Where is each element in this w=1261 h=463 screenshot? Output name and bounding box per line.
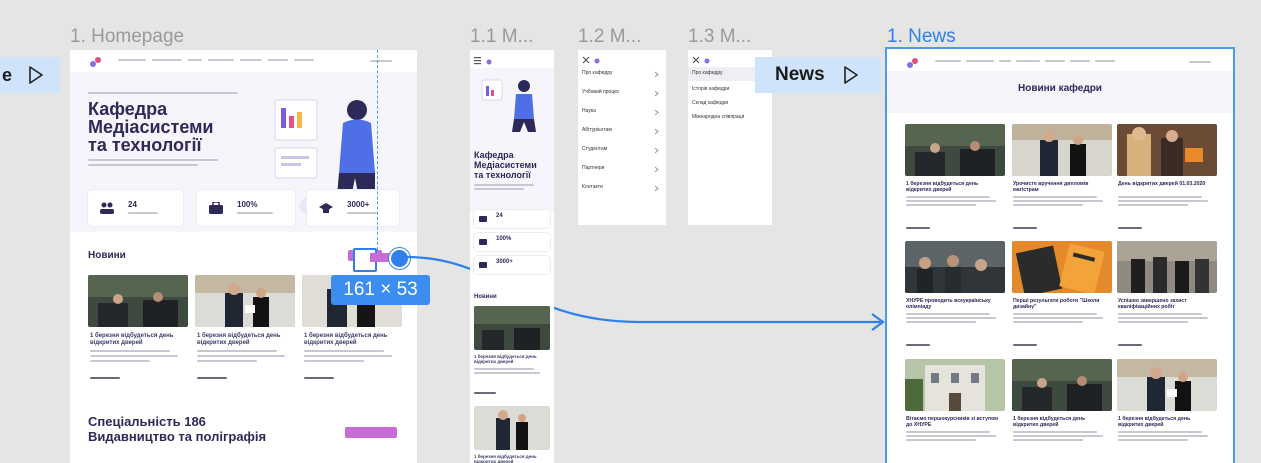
news-item-title: Перші результати роботи "Школи дизайну" bbox=[1013, 298, 1100, 310]
mobile-news-heading: Новини bbox=[474, 294, 497, 300]
news-item[interactable]: Успішно завершено захист кваліфікаційних… bbox=[1117, 241, 1217, 359]
mobile-card-title: 1 березня відбудеться день відкритих две… bbox=[474, 454, 537, 463]
mobile-hero-line-3: та технології bbox=[474, 170, 531, 180]
read-more-link[interactable] bbox=[1118, 227, 1142, 229]
menu-item[interactable]: Студентам bbox=[582, 146, 607, 152]
news-item[interactable]: ХНУРЕ проводить всеукраїнську олімпіаду bbox=[905, 241, 1005, 359]
chevron-right-icon bbox=[654, 71, 659, 192]
menu-item[interactable]: Партнери bbox=[582, 165, 604, 171]
menu-item[interactable]: Контакти bbox=[582, 184, 603, 190]
mobile-stat: 3000+ bbox=[474, 256, 550, 274]
mobile-hero-line-2: Медіасистеми bbox=[474, 160, 537, 170]
news-photo bbox=[1012, 359, 1112, 411]
news-item-title: 1 березня відбудеться день відкритих две… bbox=[1013, 416, 1086, 428]
people-icon bbox=[479, 216, 487, 222]
menu-item[interactable]: Учбовий процес bbox=[582, 89, 619, 95]
play-icon bbox=[843, 66, 858, 84]
news-flow-label: News bbox=[775, 64, 825, 85]
news-item-title: 1 березня відбудеться день відкритих две… bbox=[906, 181, 979, 193]
news-item-title: День відкритих дверей 01.03.2020 bbox=[1118, 181, 1206, 187]
news-photo bbox=[1012, 124, 1112, 176]
news-item-title: Вітаємо першокурсників зі вступом до ХНУ… bbox=[906, 416, 999, 428]
read-more-link[interactable] bbox=[906, 227, 930, 229]
news-item-title: Успішно завершено захист кваліфікаційних… bbox=[1118, 298, 1187, 310]
submenu-item[interactable]: Історія кафедри bbox=[692, 86, 729, 92]
mobile-menu-frame[interactable]: Про кафедру Учбовий процес Наука Абітурі… bbox=[578, 50, 666, 225]
news-photo bbox=[905, 359, 1005, 411]
news-item[interactable]: День відкритих дверей 01.03.2020 bbox=[1117, 124, 1217, 242]
mobile-card-title: 1 березня відбудеться день відкритих две… bbox=[474, 354, 537, 364]
read-more-link[interactable] bbox=[474, 392, 496, 394]
news-photo bbox=[905, 124, 1005, 176]
mobile-stat-value: 24 bbox=[496, 213, 503, 219]
graduation-cap-icon bbox=[479, 262, 487, 268]
logo-icon bbox=[907, 58, 918, 68]
news-photo bbox=[1117, 359, 1217, 411]
mobile-hero-line-1: Кафедра bbox=[474, 150, 514, 160]
mobile-stat-value: 100% bbox=[496, 236, 512, 242]
news-frame[interactable]: Новини кафедри 1 березня відбудеться ден… bbox=[887, 49, 1233, 463]
news-page-title: Новини кафедри bbox=[1018, 83, 1102, 94]
mobile-stat-value: 3000+ bbox=[496, 259, 513, 265]
menu-item[interactable]: Наука bbox=[582, 108, 596, 114]
mobile-stat: 24 bbox=[474, 210, 550, 228]
news-photo bbox=[1012, 241, 1112, 293]
mobile-home-frame[interactable]: Кафедра Медіасистеми та технології 24 10… bbox=[470, 50, 554, 463]
read-more-link[interactable] bbox=[1013, 227, 1037, 229]
submenu-item[interactable]: Міжнародна співпраця bbox=[692, 114, 744, 120]
submenu-item[interactable]: Склад кафедри bbox=[692, 100, 728, 106]
mobile-stat: 100% bbox=[474, 233, 550, 251]
read-more-link[interactable] bbox=[1013, 344, 1037, 346]
read-more-link[interactable] bbox=[906, 344, 930, 346]
menu-icon[interactable] bbox=[474, 56, 494, 66]
close-icon[interactable] bbox=[582, 56, 602, 66]
read-more-link[interactable] bbox=[1118, 344, 1142, 346]
news-item-title: 1 березня відбудеться день відкритих две… bbox=[1118, 416, 1191, 428]
close-icon[interactable] bbox=[692, 56, 712, 66]
news-item[interactable]: Вітаємо першокурсників зі вступом до ХНУ… bbox=[905, 359, 1005, 463]
news-item-title: Урочисте вручення дипломів магістрам bbox=[1013, 181, 1089, 193]
briefcase-icon bbox=[479, 239, 487, 245]
news-flow-button[interactable]: News bbox=[755, 57, 881, 93]
news-item[interactable]: 1 березня відбудеться день відкритих две… bbox=[905, 124, 1005, 242]
news-item[interactable]: 1 березня відбудеться день відкритих две… bbox=[1012, 359, 1112, 463]
news-item[interactable]: 1 березня відбудеться день відкритих две… bbox=[1117, 359, 1217, 463]
news-photo bbox=[1117, 241, 1217, 293]
top-nav bbox=[935, 60, 1135, 64]
hero-illustration bbox=[481, 79, 536, 132]
news-photo bbox=[1117, 124, 1217, 176]
news-item[interactable]: Перші результати роботи "Школи дизайну" bbox=[1012, 241, 1112, 359]
news-photo bbox=[474, 306, 550, 350]
menu-item[interactable]: Абітурієнтам bbox=[582, 127, 612, 133]
news-item[interactable]: Урочисте вручення дипломів магістрам bbox=[1012, 124, 1112, 242]
menu-item[interactable]: Про кафедру bbox=[582, 70, 613, 76]
news-photo bbox=[474, 406, 550, 450]
news-item-title: ХНУРЕ проводить всеукраїнську олімпіаду bbox=[906, 298, 991, 310]
news-photo bbox=[905, 241, 1005, 293]
lang-switch[interactable] bbox=[1189, 61, 1211, 63]
submenu-item[interactable]: Про кафедру bbox=[692, 70, 723, 76]
